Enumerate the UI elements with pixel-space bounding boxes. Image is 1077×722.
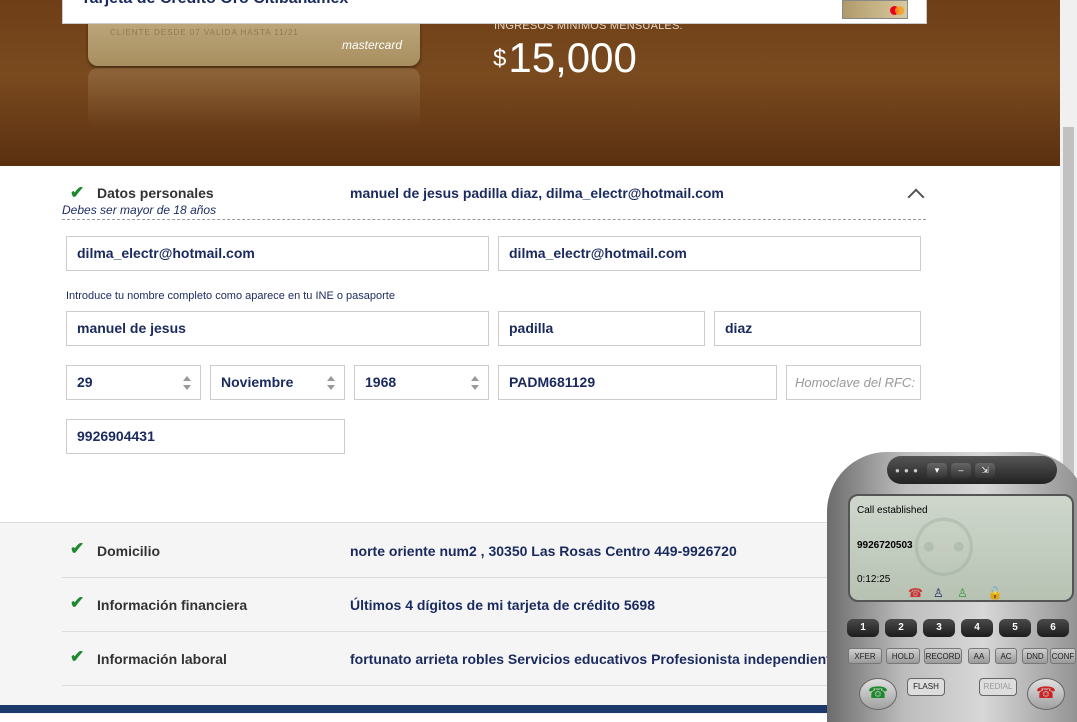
section-title: Información financiera [97, 597, 248, 613]
user-icon: ♙ [932, 586, 944, 600]
softphone-top-bar: ● ● ● ▾ – ⇲ [887, 456, 1057, 484]
key-5[interactable]: 5 [999, 619, 1031, 637]
first-name-field[interactable]: manuel de jesus [66, 311, 489, 346]
call-number: 9926720503 [857, 540, 913, 551]
card-text: CLIENTE DESDE 07 VALIDA HASTA 11/21 [110, 28, 299, 37]
key-4[interactable]: 4 [961, 619, 993, 637]
section-title: Domicilio [97, 543, 161, 559]
speaker-grille: ● ● ● [895, 466, 919, 475]
key-1[interactable]: 1 [847, 619, 879, 637]
homoclave-field[interactable]: Homoclave del RFC: [786, 365, 921, 400]
income-value: $15,000 [493, 34, 637, 82]
section-summary: fortunato arrieta robles Servicios educa… [350, 651, 839, 667]
call-green-icon[interactable]: ☎ [859, 678, 897, 710]
divider [62, 219, 926, 220]
card-reflection [88, 68, 420, 128]
card-title: Tarjeta de Crédito Oro Citibanamex [81, 0, 348, 8]
mastercard-logo-icon [890, 6, 904, 15]
birth-day-select[interactable]: 29 [66, 365, 201, 400]
key-3[interactable]: 3 [923, 619, 955, 637]
conf-button[interactable]: CONF [1050, 648, 1076, 664]
collapse-icon[interactable]: ⇲ [975, 463, 995, 478]
rfc-field[interactable]: PADM681129 [498, 365, 777, 400]
flash-button[interactable]: FLASH [907, 678, 945, 696]
ac-button[interactable]: AC [995, 648, 1017, 664]
status-icons: ☎ ♙ ♙ 🔓 [908, 586, 1003, 600]
mini-card-thumbnail [842, 0, 908, 19]
birth-year-value: 1968 [365, 374, 397, 390]
call-status: Call established [857, 505, 928, 516]
card-brand: mastercard [341, 38, 402, 52]
product-header-bar: Tarjeta de Crédito Oro Citibanamex [62, 0, 927, 24]
birth-year-select[interactable]: 1968 [354, 365, 489, 400]
birth-day-value: 29 [77, 374, 93, 390]
section-summary-personal: manuel de jesus padilla diaz, dilma_elec… [350, 185, 724, 201]
section-title: Información laboral [97, 651, 227, 667]
minimize-icon[interactable]: – [951, 463, 971, 478]
softphone-logo-icon: ⚇ [908, 504, 980, 593]
softphone-display: ⚇ Call established 9926720503 0:12:25 ☎ … [848, 494, 1074, 602]
name-hint: Introduce tu nombre completo como aparec… [66, 290, 395, 302]
redial-button[interactable]: REDIAL [979, 678, 1017, 696]
birth-month-select[interactable]: Noviembre [210, 365, 345, 400]
section-summary: norte oriente num2 , 30350 Las Rosas Cen… [350, 543, 737, 559]
hold-button[interactable]: HOLD [886, 648, 920, 664]
call-timer: 0:12:25 [857, 574, 891, 585]
menu-down-icon[interactable]: ▾ [927, 463, 947, 478]
birth-month-value: Noviembre [221, 374, 294, 390]
section-summary: Últimos 4 dígitos de mi tarjeta de crédi… [350, 597, 655, 613]
aa-button[interactable]: AA [968, 648, 990, 664]
select-arrows-icon [183, 376, 191, 390]
record-button[interactable]: RECORD [924, 648, 962, 664]
section-title-personal[interactable]: Datos personales [97, 185, 214, 201]
income-amount: 15,000 [508, 34, 637, 81]
dnd-button[interactable]: DND [1022, 648, 1048, 664]
currency-symbol: $ [493, 45, 507, 72]
hangup-status-icon: ☎ [908, 586, 923, 600]
lock-icon: 🔓 [987, 586, 1003, 600]
add-user-icon: ♙ [957, 586, 968, 600]
hangup-red-icon[interactable]: ☎ [1027, 678, 1065, 710]
phone-field[interactable]: 9926904431 [66, 419, 345, 454]
check-icon: ✔ [70, 539, 85, 558]
chevron-up-icon[interactable] [907, 188, 925, 206]
product-banner: CLIENTE DESDE 07 VALIDA HASTA 11/21 mast… [0, 0, 1060, 166]
select-arrows-icon [327, 376, 335, 390]
section-row-domicilio[interactable]: ✔ Domicilio norte oriente num2 , 30350 L… [62, 523, 926, 578]
check-icon: ✔ [70, 183, 85, 202]
key-6[interactable]: 6 [1037, 619, 1069, 637]
age-requirement-note: Debes ser mayor de 18 años [62, 203, 217, 217]
key-2[interactable]: 2 [885, 619, 917, 637]
last-name2-field[interactable]: diaz [714, 311, 921, 346]
select-arrows-icon [471, 376, 479, 390]
section-row-financiera[interactable]: ✔ Información financiera Últimos 4 dígit… [62, 577, 926, 632]
last-name1-field[interactable]: padilla [498, 311, 705, 346]
email-confirm-field[interactable]: dilma_electr@hotmail.com [498, 236, 921, 271]
check-icon: ✔ [70, 647, 85, 666]
check-icon: ✔ [70, 593, 85, 612]
xfer-button[interactable]: XFER [848, 648, 882, 664]
softphone-window[interactable]: ● ● ● ▾ – ⇲ ⚇ Call established 992672050… [817, 452, 1077, 722]
email-field[interactable]: dilma_electr@hotmail.com [66, 236, 489, 271]
section-row-laboral[interactable]: ✔ Información laboral fortunato arrieta … [62, 631, 926, 686]
